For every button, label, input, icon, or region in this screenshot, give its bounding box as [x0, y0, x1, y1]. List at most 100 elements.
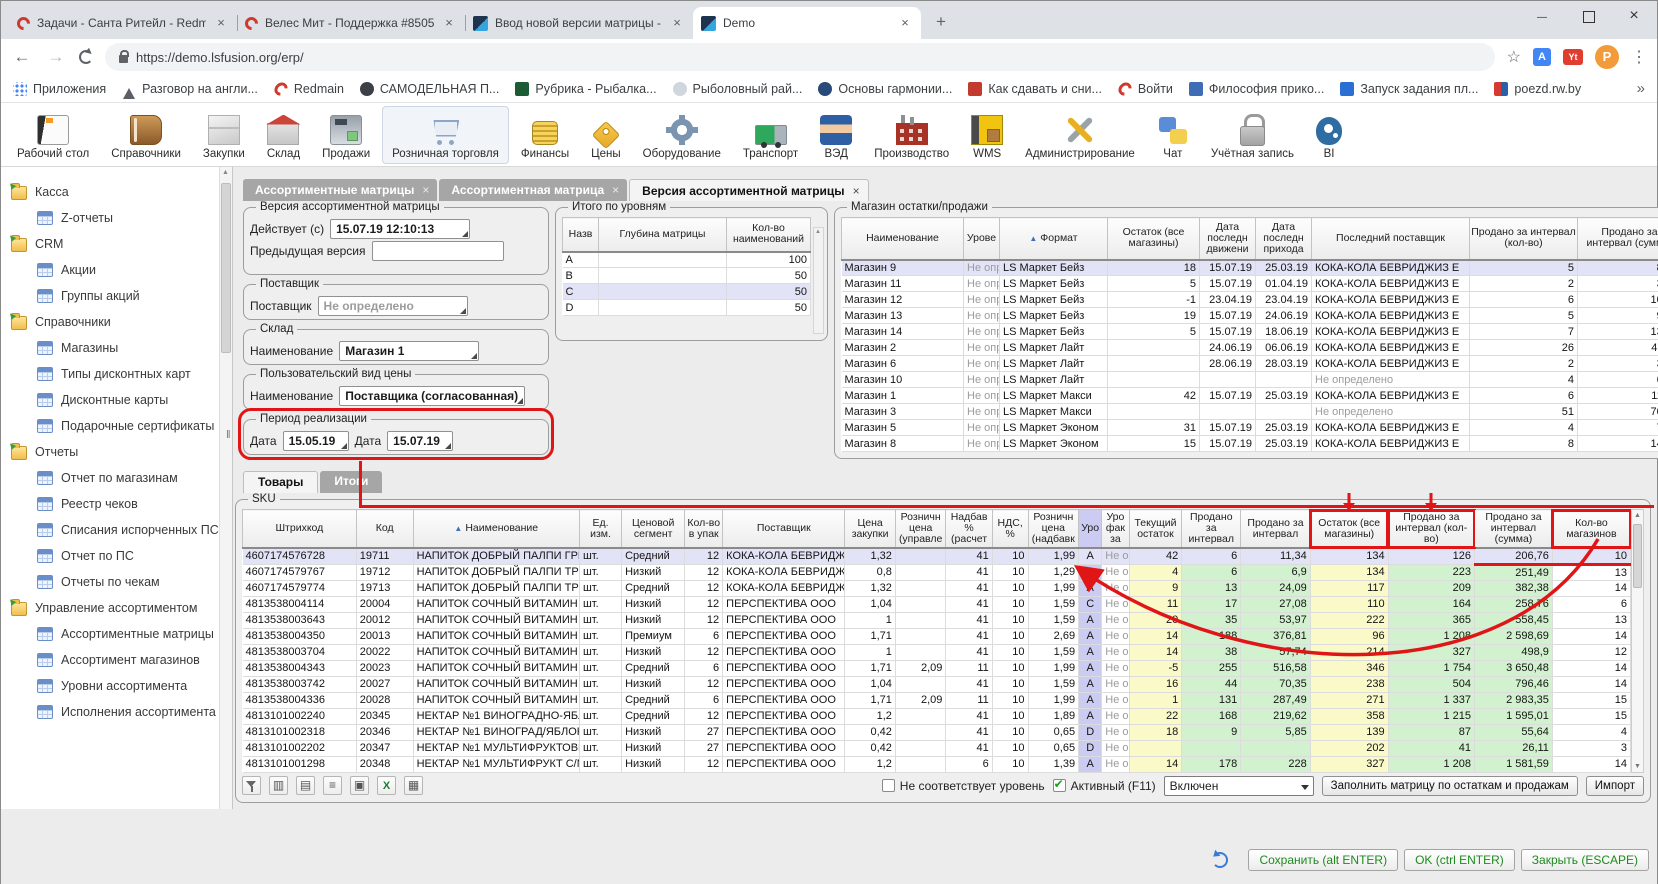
valid-from-input[interactable]: 15.07.19 12:10:13 — [330, 219, 470, 239]
cell[interactable]: D — [1079, 740, 1102, 756]
cell[interactable]: 1,89 — [1028, 708, 1079, 724]
cell[interactable]: 12 — [685, 644, 723, 660]
module-button[interactable]: WMS — [961, 106, 1013, 164]
cell[interactable] — [895, 596, 946, 612]
cell[interactable]: 18 — [1129, 724, 1182, 740]
cell[interactable]: 6,9 — [1241, 564, 1311, 580]
cell[interactable]: 12 — [685, 756, 723, 772]
cell[interactable]: LS Маркет Лайт — [1000, 356, 1108, 372]
cell[interactable]: Не о — [1102, 564, 1129, 580]
nav-tree-item[interactable]: Отчеты — [11, 439, 230, 465]
cell[interactable]: 9 — [1182, 724, 1241, 740]
nav-tree-item[interactable]: Реестр чеков — [11, 491, 230, 517]
filter-icon[interactable] — [242, 776, 261, 795]
cell[interactable]: 41 — [946, 548, 992, 564]
ok-button[interactable]: OK (ctrl ENTER) — [1404, 849, 1515, 871]
cell[interactable]: Магазин 11 — [842, 276, 964, 292]
cell[interactable]: Магазин 6 — [842, 356, 964, 372]
cell[interactable]: 41 — [946, 612, 992, 628]
cell[interactable]: 53,97 — [1241, 612, 1311, 628]
warehouse-input[interactable]: Магазин 1 — [339, 341, 479, 361]
cell[interactable]: 382,38 — [1475, 580, 1553, 596]
column-header[interactable]: Назв — [563, 218, 599, 252]
cell[interactable]: 42 — [1108, 388, 1200, 404]
table-row[interactable]: B50 — [563, 268, 811, 284]
cell[interactable]: 1,99 — [1028, 548, 1079, 564]
bookmark-item[interactable]: Redmain — [274, 82, 344, 96]
cell[interactable]: Магазин 8 — [842, 436, 964, 452]
column-header[interactable]: Надбав % (расчет — [946, 510, 992, 549]
cell[interactable]: Не о — [1102, 724, 1129, 740]
cell[interactable]: 6 — [946, 756, 992, 772]
cell[interactable]: 346 — [1310, 660, 1388, 676]
cell[interactable]: A — [1079, 580, 1102, 596]
close-icon[interactable] — [1611, 1, 1657, 31]
column-header[interactable]: Продано за интервал — [1182, 510, 1241, 549]
cell[interactable]: 41 — [1388, 740, 1474, 756]
cell[interactable]: 5,85 — [1241, 724, 1311, 740]
column-header[interactable]: Наименование — [842, 218, 964, 260]
cell[interactable]: 1,2 — [845, 708, 896, 724]
cell[interactable]: 4813101001298 — [243, 756, 357, 772]
table-row[interactable]: 481310100231820346НЕКТАР №1 ВИНОГРАД/ЯБЛ… — [243, 724, 1631, 740]
form-tab[interactable]: Ассортиментные матрицы — [243, 179, 437, 201]
nav-tree-item[interactable]: Отчеты по чекам — [11, 569, 230, 595]
cell[interactable]: Средний — [622, 660, 685, 676]
cell[interactable]: A — [1079, 564, 1102, 580]
cell[interactable]: Не о — [1102, 548, 1129, 564]
table-row[interactable]: 481353800435020013НАПИТОК СОЧНЫЙ ВИТАМИН… — [243, 628, 1631, 644]
cell[interactable]: 327 — [1310, 756, 1388, 772]
cell[interactable]: 10 — [992, 660, 1028, 676]
cell[interactable]: 10 — [992, 676, 1028, 692]
column-header[interactable]: Кол-во магазинов — [1552, 510, 1630, 549]
cell[interactable]: D — [563, 300, 599, 316]
column-header[interactable]: Продано за интервал (кол-во) — [1470, 218, 1578, 260]
cell[interactable]: 1 — [845, 644, 896, 660]
module-button[interactable]: Оборудование — [633, 106, 731, 164]
cell[interactable]: 17 — [1182, 596, 1241, 612]
bookmarks-overflow-icon[interactable] — [1637, 80, 1645, 98]
cell[interactable]: 4813538004336 — [243, 692, 357, 708]
cell[interactable]: B — [563, 268, 599, 284]
cell[interactable]: 15 — [1108, 436, 1200, 452]
excel-export-icon[interactable] — [377, 776, 396, 795]
cell[interactable]: КОКА-КОЛА БЕВРИДЖИ — [723, 548, 845, 564]
cell[interactable]: 6 — [685, 660, 723, 676]
table-row[interactable]: Магазин 5Не опрLS Маркет Эконом3115.07.1… — [842, 420, 1658, 436]
cell[interactable]: 12 — [685, 580, 723, 596]
cell[interactable]: 1 208 — [1388, 628, 1474, 644]
cell[interactable]: НАПИТОК ДОБРЫЙ ПАЛПИ ГРЕЙПФ — [413, 548, 579, 564]
cell[interactable]: 87 — [1388, 724, 1474, 740]
form-tab[interactable]: Версия ассортиментной матрицы — [629, 179, 868, 201]
table-row[interactable]: 481353800374220027НАПИТОК СОЧНЫЙ ВИТАМИН… — [243, 676, 1631, 692]
tab-close-icon[interactable] — [669, 15, 685, 31]
cell[interactable]: 219,62 — [1241, 708, 1311, 724]
cell[interactable]: 1 208 — [1388, 756, 1474, 772]
cell[interactable]: 20022 — [356, 644, 413, 660]
cell[interactable]: 8 — [1470, 436, 1578, 452]
cell[interactable]: 0,8 — [845, 564, 896, 580]
table-row[interactable]: 481353800433620028НАПИТОК СОЧНЫЙ ВИТАМИН… — [243, 692, 1631, 708]
maximize-icon[interactable] — [1565, 1, 1611, 31]
cell[interactable]: 15.07.19 — [1200, 420, 1256, 436]
table-row[interactable]: D50 — [563, 300, 811, 316]
cell[interactable]: 365 — [1388, 612, 1474, 628]
cell[interactable]: 4607174579774 — [243, 580, 357, 596]
cell[interactable]: 42 — [1129, 548, 1182, 564]
column-header[interactable]: Ценовой сегмент — [622, 510, 685, 549]
cell[interactable]: 178 — [1182, 756, 1241, 772]
cell[interactable]: 10 — [992, 548, 1028, 564]
cell[interactable]: 206,76 — [1475, 548, 1553, 564]
column-header[interactable]: Дата последн движени — [1200, 218, 1256, 260]
cell[interactable]: НЕКТАР №1 МУЛЬТИФРУКТОВЫЙ 0 — [413, 740, 579, 756]
nav-tree-item[interactable]: Z-отчеты — [11, 205, 230, 231]
cell[interactable] — [599, 268, 727, 284]
tab-close-icon[interactable] — [612, 183, 619, 197]
cell[interactable]: C — [563, 284, 599, 300]
cell[interactable]: 2 598,69 — [1475, 628, 1553, 644]
cell[interactable]: 10 — [992, 564, 1028, 580]
cell[interactable]: Магазин 1 — [842, 388, 964, 404]
cell[interactable]: 134 — [1310, 564, 1388, 580]
cell[interactable]: 4813538003704 — [243, 644, 357, 660]
cell[interactable]: 134 — [1310, 548, 1388, 564]
